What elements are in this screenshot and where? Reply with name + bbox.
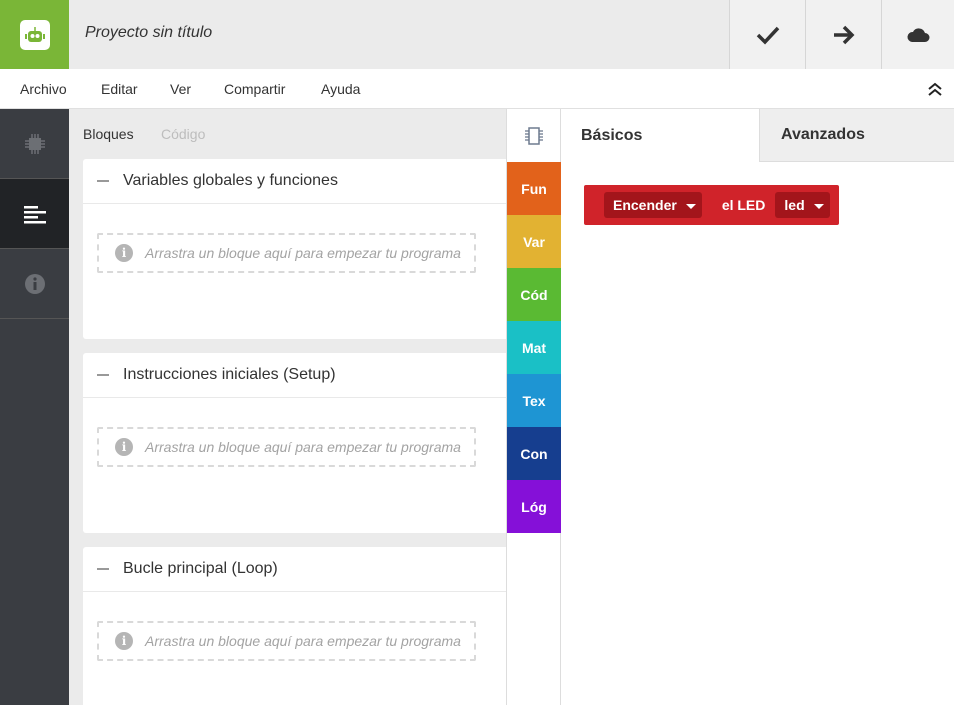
sidebar-item-info[interactable] [0, 249, 69, 319]
app-logo[interactable] [0, 0, 69, 69]
check-icon [756, 26, 779, 45]
collapse-dash-icon[interactable] [97, 374, 109, 376]
drop-zone-placeholder: Arrastra un bloque aquí para empezar tu … [145, 633, 461, 649]
section-title: Bucle principal (Loop) [123, 560, 278, 577]
section-setup: Instrucciones iniciales (Setup) i Arrast… [83, 353, 506, 533]
sidebar-item-software[interactable] [0, 179, 69, 249]
chevron-down-icon [813, 203, 824, 209]
chip-icon [525, 126, 543, 145]
action-value: Encender [613, 197, 677, 213]
left-sidebar [0, 109, 69, 705]
top-header: Proyecto sin título [0, 0, 954, 69]
target-value: led [784, 197, 805, 213]
section-title: Instrucciones iniciales (Setup) [123, 366, 336, 383]
category-column: Fun Var Cód Mat Tex Con Lóg [506, 109, 561, 705]
block-label: el LED [721, 197, 766, 213]
section-globals: Variables globales y funciones i Arrastr… [83, 159, 506, 339]
info-icon: i [115, 632, 133, 650]
section-title: Variables globales y funciones [123, 172, 338, 189]
collapse-dash-icon[interactable] [97, 180, 109, 182]
category-components[interactable] [507, 109, 561, 162]
menu-view[interactable]: Ver [170, 81, 191, 97]
sidebar-item-hardware[interactable] [0, 109, 69, 179]
collapse-dash-icon[interactable] [97, 568, 109, 570]
drop-zone[interactable]: i Arrastra un bloque aquí para empezar t… [97, 427, 476, 467]
arrow-right-icon [833, 25, 854, 44]
category-control[interactable]: Con [507, 427, 561, 480]
tab-code[interactable]: Código [161, 126, 205, 142]
info-icon [24, 273, 45, 294]
category-variables[interactable]: Var [507, 215, 561, 268]
menu-edit[interactable]: Editar [101, 81, 138, 97]
info-icon: i [115, 438, 133, 456]
category-math[interactable]: Mat [507, 321, 561, 374]
upload-button[interactable] [805, 0, 881, 69]
chevron-down-icon [685, 203, 696, 209]
project-title[interactable]: Proyecto sin título [85, 24, 212, 42]
category-logic[interactable]: Lóg [507, 480, 561, 533]
drop-zone[interactable]: i Arrastra un bloque aquí para empezar t… [97, 233, 476, 273]
category-text[interactable]: Tex [507, 374, 561, 427]
menu-share[interactable]: Compartir [224, 81, 285, 97]
category-code[interactable]: Cód [507, 268, 561, 321]
section-loop: Bucle principal (Loop) i Arrastra un blo… [83, 547, 506, 705]
drop-zone-placeholder: Arrastra un bloque aquí para empezar tu … [145, 245, 461, 261]
drop-zone[interactable]: i Arrastra un bloque aquí para empezar t… [97, 621, 476, 661]
align-left-icon [23, 205, 46, 223]
led-block[interactable]: Encender el LED led [584, 185, 839, 225]
cloud-save-button[interactable] [881, 0, 954, 69]
tab-basic[interactable]: Básicos [561, 109, 759, 162]
collapse-up-icon[interactable] [926, 80, 944, 98]
workspace: Bloques Código Variables globales y func… [69, 109, 506, 705]
cloud-icon [907, 27, 930, 42]
category-functions[interactable]: Fun [507, 162, 561, 215]
menu-help[interactable]: Ayuda [321, 81, 360, 97]
target-dropdown[interactable]: led [775, 192, 830, 218]
menu-bar: Archivo Editar Ver Compartir Ayuda [0, 69, 954, 109]
info-icon: i [115, 244, 133, 262]
verify-button[interactable] [729, 0, 805, 69]
blocks-panel: Básicos Avanzados Encender el LED led [561, 109, 954, 705]
tab-blocks[interactable]: Bloques [83, 126, 134, 142]
menu-file[interactable]: Archivo [20, 81, 67, 97]
tab-advanced[interactable]: Avanzados [759, 109, 954, 162]
robot-icon [24, 26, 45, 42]
drop-zone-placeholder: Arrastra un bloque aquí para empezar tu … [145, 439, 461, 455]
action-dropdown[interactable]: Encender [604, 192, 702, 218]
chip-icon [24, 133, 45, 154]
